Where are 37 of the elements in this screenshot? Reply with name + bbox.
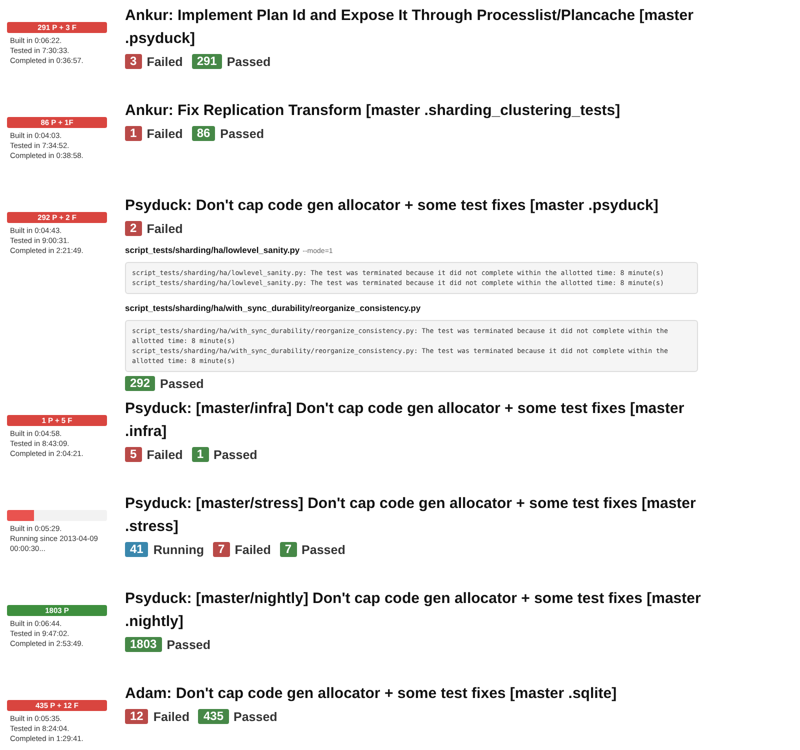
count-badge: 291 bbox=[192, 54, 222, 69]
count-badge: 1 bbox=[125, 126, 142, 141]
build-title[interactable]: Ankur: Fix Replication Transform [master .sharding_clustering_tests] bbox=[125, 99, 707, 122]
count-label: Failed bbox=[146, 54, 183, 68]
count-label: Failed bbox=[146, 222, 183, 236]
count-label: Passed bbox=[226, 54, 271, 68]
count-badge: 5 bbox=[125, 447, 142, 462]
build-title[interactable]: Psyduck: [master/nightly] Don't cap code gen allocator + some test fixes [master .nightly] bbox=[125, 587, 707, 633]
build-title[interactable]: Ankur: Implement Plan Id and Expose It Through Processlist/Plancache [master .psyduck] bbox=[125, 4, 707, 50]
test-file-name: script_tests/sharding/ha/lowlevel_sanity.py bbox=[125, 245, 300, 255]
count-label: Passed bbox=[234, 710, 278, 724]
count-badge: 12 bbox=[125, 709, 148, 724]
count-label: Passed bbox=[220, 126, 264, 140]
count-label: Passed bbox=[166, 638, 210, 652]
count-label: Failed bbox=[153, 710, 190, 724]
count-label: Failed bbox=[234, 542, 271, 556]
build-title[interactable]: Psyduck: [master/infra] Don't cap code gen allocator + some test fixes [master .infra] bbox=[125, 397, 707, 443]
count-badge: 3 bbox=[125, 54, 142, 69]
count-label: Failed bbox=[146, 126, 183, 140]
build-title[interactable]: Adam: Don't cap code gen allocator + some test fixes [master .sqlite] bbox=[125, 682, 707, 705]
count-label: Passed bbox=[160, 376, 204, 390]
build-title[interactable]: Psyduck: [master/stress] Don't cap code gen allocator + some test fixes [master .stress] bbox=[125, 492, 707, 538]
count-badge: 41 bbox=[125, 542, 148, 557]
count-badge: 435 bbox=[198, 709, 229, 724]
count-badge: 7 bbox=[213, 542, 230, 557]
test-file-name: script_tests/sharding/ha/with_sync_durability/reorganize_consistency.py bbox=[125, 303, 421, 313]
count-label: Failed bbox=[146, 448, 183, 462]
count-badge: 292 bbox=[125, 376, 156, 391]
count-label: Running bbox=[153, 542, 204, 556]
count-badge: 7 bbox=[280, 542, 297, 557]
count-badge: 2 bbox=[125, 221, 142, 236]
count-label: Passed bbox=[302, 542, 346, 556]
count-badge: 1 bbox=[192, 447, 208, 462]
build-title[interactable]: Psyduck: Don't cap code gen allocator + some test fixes [master .psyduck] bbox=[125, 194, 707, 217]
count-label: Passed bbox=[214, 448, 258, 462]
count-badge: 1803 bbox=[125, 637, 162, 652]
count-badge: 86 bbox=[192, 126, 216, 141]
